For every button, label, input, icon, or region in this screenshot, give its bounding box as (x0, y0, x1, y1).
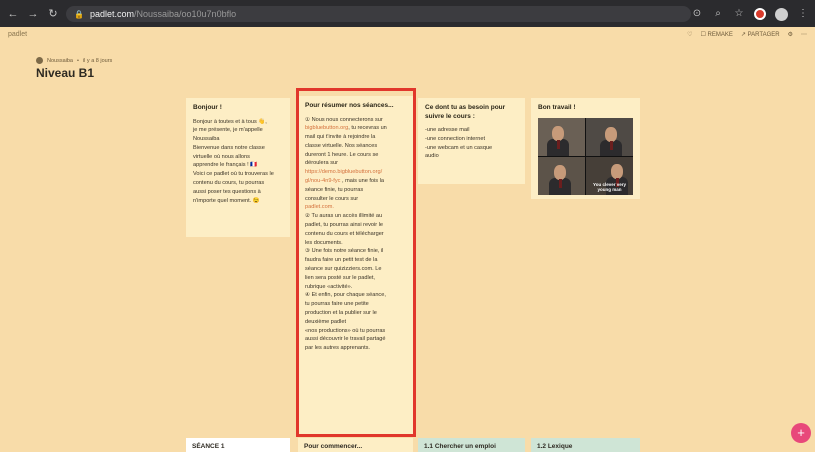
like-icon[interactable]: ♡ (687, 31, 692, 38)
post-title: Bon travail ! (538, 104, 576, 111)
zoom-icon[interactable]: ⌕ (712, 8, 724, 20)
post-card-besoin[interactable]: Ce dont tu as besoin pour suivre le cour… (418, 98, 525, 184)
settings-gear-icon[interactable]: ⚙ (788, 31, 793, 38)
post-body: -une adresse mail -une connection intern… (425, 127, 493, 160)
padlet-topbar: padlet ♡ ☐ REMAKE ↗ PARTAGER ⚙ ⋯ (0, 27, 815, 45)
post-card-bonjour[interactable]: Bonjour ! Bonjour à toutes et à tous 👋, … (186, 98, 290, 237)
author-avatar (36, 57, 43, 64)
meme-frame (538, 156, 585, 195)
padlet-board: padlet ♡ ☐ REMAKE ↗ PARTAGER ⚙ ⋯ Noussai… (0, 27, 815, 452)
remake-button[interactable]: ☐ REMAKE (701, 31, 733, 38)
menu-dots-icon[interactable]: ⋮ (797, 8, 809, 20)
section-header[interactable]: Pour commencer... (298, 438, 413, 452)
post-title: Ce dont tu as besoin pour suivre le cour… (425, 104, 506, 120)
back-arrow-icon[interactable]: ← (6, 7, 20, 21)
extension-icon[interactable] (754, 8, 766, 20)
post-time: il y a 8 jours (82, 57, 113, 64)
post-body: Bonjour à toutes et à tous 👋, je me prés… (193, 118, 274, 204)
section-header[interactable]: 1.2 Lexique (531, 438, 640, 452)
breadcrumb-separator: • (77, 57, 79, 64)
more-options-icon[interactable]: ⋯ (801, 31, 807, 38)
section-header[interactable]: 1.1 Chercher un emploi (418, 438, 525, 452)
breadcrumb: Noussaiba • il y a 8 jours (36, 57, 112, 64)
meme-image[interactable]: You clever very young man (538, 117, 633, 195)
add-post-button[interactable]: + (791, 423, 811, 443)
post-card-bon-travail[interactable]: Bon travail ! You clever very young man (531, 98, 640, 199)
bookmark-star-icon[interactable]: ☆ (733, 8, 745, 20)
meme-frame: You clever very young man (586, 156, 633, 195)
meme-caption: You clever very young man (593, 181, 626, 192)
forward-arrow-icon[interactable]: → (26, 7, 40, 21)
url-host: padlet.com (89, 9, 134, 19)
highlight-box (296, 88, 416, 437)
address-bar[interactable]: 🔒 padlet.com/Noussaiba/oo10u7n0bflo (66, 6, 691, 22)
padlet-actions: ♡ ☐ REMAKE ↗ PARTAGER ⚙ ⋯ (687, 31, 807, 38)
url-path: /Noussaiba/oo10u7n0bflo (134, 9, 237, 19)
browser-toolbar: ← → ↻ 🔒 padlet.com/Noussaiba/oo10u7n0bfl… (0, 0, 815, 27)
post-title: Bonjour ! (193, 104, 222, 111)
page-title: Niveau B1 (36, 66, 95, 80)
lock-icon: 🔒 (74, 9, 84, 19)
meme-frame (538, 117, 585, 156)
profile-avatar[interactable] (775, 7, 788, 21)
site-settings-icon[interactable]: ⊙ (691, 8, 703, 20)
section-header[interactable]: SÉANCE 1 (186, 438, 290, 452)
reload-icon[interactable]: ↻ (46, 7, 60, 21)
meme-frame (586, 117, 633, 156)
padlet-logo[interactable]: padlet (8, 31, 27, 38)
author-name[interactable]: Noussaiba (47, 58, 73, 64)
share-button[interactable]: ↗ PARTAGER (741, 31, 780, 38)
